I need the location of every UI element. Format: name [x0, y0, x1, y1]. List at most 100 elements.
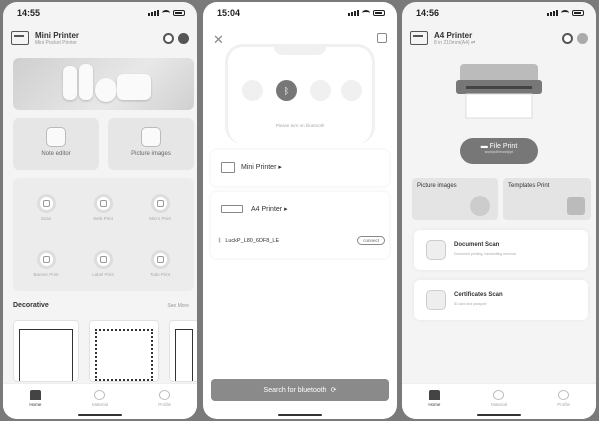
picture-images-card[interactable]: Picture images	[108, 118, 194, 170]
material-icon	[94, 390, 106, 400]
tab-material[interactable]: Material	[80, 390, 120, 407]
certificates-scan-card[interactable]: Certificates Scan ID card and passport	[414, 280, 588, 320]
note-editor-icon	[46, 127, 66, 147]
document-scan-card[interactable]: Document Scan Document printing, handwri…	[414, 230, 588, 270]
picture-images-label: Picture images	[417, 183, 457, 189]
status-time: 15:04	[217, 8, 241, 18]
todo-print-label: Todo Print	[149, 272, 171, 277]
note-editor-card[interactable]: Note editor	[13, 118, 99, 170]
printer-header[interactable]: A4 Printer 8 in 210mm(A4) ⇄	[410, 26, 588, 50]
label-print-icon	[93, 250, 113, 269]
tab-profile[interactable]: Profile	[145, 390, 185, 407]
note-editor-label: Note editor	[41, 151, 71, 157]
decorative-frame-3[interactable]	[169, 320, 197, 382]
file-print-formats: word/pdf/excel/ppt	[484, 150, 514, 154]
printer-status-icon[interactable]	[562, 32, 573, 44]
todo-print-icon	[150, 250, 170, 269]
todo-print-item[interactable]: Todo Print	[135, 250, 185, 277]
status-bar: 15:04	[203, 2, 397, 24]
close-icon[interactable]: ✕	[213, 32, 224, 48]
document-scan-desc: Document printing, handwriting removal	[454, 252, 516, 256]
scan-item[interactable]: Scan	[21, 194, 71, 221]
device-a4-printer[interactable]: A4 Printer ▸	[211, 192, 389, 258]
web-print-icon	[93, 194, 113, 213]
bt-device-name: LuckP_L80_6DF8_LE	[225, 237, 280, 244]
a4-printer-icon	[221, 205, 243, 213]
banner-print-item[interactable]: Banner Print	[21, 250, 71, 277]
certificates-scan-desc: ID card and passport	[454, 302, 487, 306]
certificates-scan-title: Certificates Scan	[454, 292, 503, 298]
banner-print-label: Banner Print	[33, 272, 59, 277]
bluetooth-device-row[interactable]: ᛒ LuckP_L80_6DF8_LE connect	[218, 236, 385, 245]
tab-material-label: Material	[490, 402, 507, 407]
search-bluetooth-button[interactable]: Search for bluetooth ⟳	[211, 379, 389, 401]
document-scan-title: Document Scan	[454, 242, 500, 248]
scan-label: Scan	[40, 216, 52, 221]
decorative-frame-2[interactable]	[89, 320, 159, 382]
printer-name: Mini Printer	[35, 30, 80, 40]
template-icon	[567, 197, 585, 215]
device-a4-printer-label: A4 Printer ▸	[251, 206, 288, 213]
picture-icon	[141, 127, 161, 147]
home-screen-a4-printer: 14:56 A4 Printer 8 in 210mm(A4) ⇄ ▬ File…	[402, 2, 596, 419]
home-icon	[428, 390, 440, 400]
status-time: 14:55	[17, 8, 41, 18]
decorative-frame-1[interactable]	[13, 320, 79, 382]
tab-material[interactable]: Material	[479, 390, 519, 407]
file-print-button[interactable]: ▬ File Print word/pdf/excel/ppt	[460, 138, 538, 164]
picture-images-label: Picture images	[131, 151, 171, 157]
device-mini-printer[interactable]: Mini Printer ▸	[211, 150, 389, 186]
signal-icon	[547, 10, 558, 16]
document-scan-icon	[426, 240, 446, 260]
home-screen-mini-printer: 14:55 Mini Printer Mini Pocket Printer N…	[3, 2, 197, 419]
signal-icon	[348, 10, 359, 16]
mini-printer-icon	[221, 162, 235, 173]
home-icon	[29, 390, 41, 400]
printer-model: 8 in 210mm(A4) ⇄	[434, 39, 476, 46]
device-mini-printer-label: Mini Printer ▸	[241, 164, 282, 171]
tab-home[interactable]: Home	[15, 390, 55, 407]
bluetooth-hint: Please turn on bluetooth	[275, 123, 325, 128]
file-print-label: File Print	[489, 143, 518, 150]
wifi-icon	[362, 10, 370, 16]
tab-material-label: Material	[91, 402, 108, 407]
profile-icon	[159, 390, 171, 400]
label-print-item[interactable]: Label Print	[78, 250, 128, 277]
printer-icon	[11, 31, 29, 45]
tab-home[interactable]: Home	[414, 390, 454, 407]
promo-banner[interactable]	[13, 58, 194, 110]
feature-grid: Scan Web Print Micro Print Banner Print …	[13, 178, 194, 291]
templates-print-label: Templates Print	[508, 183, 550, 189]
signal-icon	[148, 10, 159, 16]
tab-profile[interactable]: Profile	[544, 390, 584, 407]
label-print-label: Label Print	[92, 272, 114, 277]
section-title: Decorative	[13, 302, 49, 309]
printer-header[interactable]: Mini Printer Mini Pocket Printer	[11, 26, 189, 50]
scan-qr-icon[interactable]	[377, 33, 387, 43]
templates-print-card[interactable]: Templates Print	[503, 178, 591, 220]
tab-home-label: Home	[428, 402, 441, 407]
tab-profile-label: Profile	[158, 402, 172, 407]
settings-icon[interactable]	[577, 32, 588, 44]
home-indicator	[278, 413, 322, 416]
status-bar: 14:56	[402, 2, 596, 24]
printer-status-icon[interactable]	[163, 32, 174, 44]
settings-icon[interactable]	[178, 32, 189, 44]
micro-print-label: Micro Print	[149, 216, 171, 221]
status-bar: 14:55	[3, 2, 197, 24]
wifi-icon	[162, 10, 170, 16]
certificates-scan-icon	[426, 290, 446, 310]
wifi-icon	[561, 10, 569, 16]
a4-printer-icon	[410, 31, 428, 45]
loading-icon: ⟳	[330, 387, 337, 394]
web-print-item[interactable]: Web Print	[78, 194, 128, 221]
scan-icon	[36, 194, 56, 213]
see-more-link[interactable]: See More	[167, 303, 189, 309]
status-time: 14:56	[416, 8, 440, 18]
connect-button[interactable]: connect	[357, 236, 385, 245]
material-icon	[493, 390, 505, 400]
bluetooth-connect-screen: 15:04 ✕ ᛒ Please turn on bluetooth Mini …	[203, 2, 397, 419]
micro-print-item[interactable]: Micro Print	[135, 194, 185, 221]
battery-icon	[572, 10, 584, 16]
picture-images-card[interactable]: Picture images	[412, 178, 498, 220]
